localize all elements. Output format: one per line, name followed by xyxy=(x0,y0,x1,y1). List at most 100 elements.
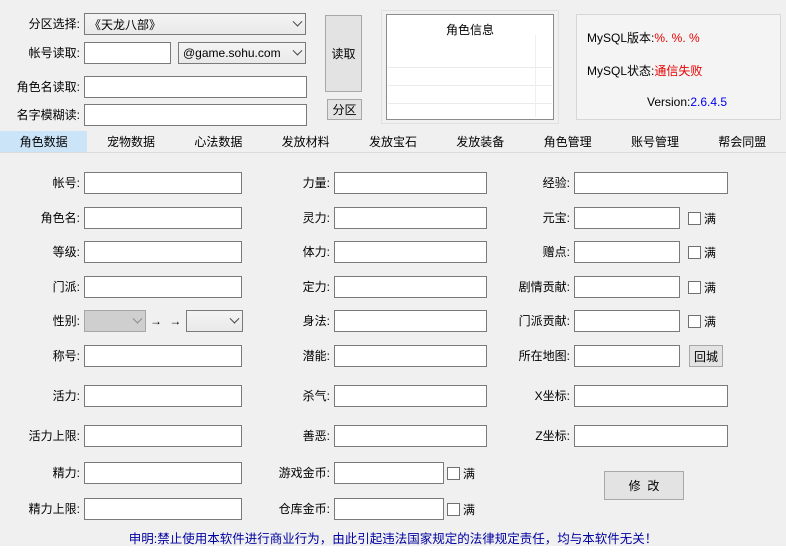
potential-field[interactable] xyxy=(334,345,487,367)
full-label: 满 xyxy=(704,313,716,330)
experience-label: 经验: xyxy=(486,172,570,194)
tab-character-data[interactable]: 角色数据 xyxy=(0,131,87,152)
x-coordinate-field[interactable] xyxy=(574,385,728,407)
account-read-label: 帐号读取: xyxy=(0,42,80,64)
full-label: 满 xyxy=(704,210,716,227)
full-label: 满 xyxy=(704,279,716,296)
mysql-version-line: MySQL版本:%. %. % xyxy=(587,29,700,46)
agility-field[interactable] xyxy=(334,310,487,332)
sect-contribution-full-checkbox[interactable] xyxy=(688,315,701,328)
list-row-divider xyxy=(388,85,552,86)
stamina-label: 体力: xyxy=(250,241,330,263)
gender-label: 性别: xyxy=(0,310,80,332)
x-coordinate-label: X坐标: xyxy=(486,385,570,407)
partition-select[interactable]: 《天龙八部》 xyxy=(84,13,306,35)
story-contribution-full-checkbox[interactable] xyxy=(688,281,701,294)
level-field[interactable] xyxy=(84,241,242,263)
title-field[interactable] xyxy=(84,345,242,367)
tab-bar: 角色数据 宠物数据 心法数据 发放材料 发放宝石 发放装备 角色管理 账号管理 … xyxy=(0,131,786,153)
energy-field[interactable] xyxy=(84,462,242,484)
morality-label: 善恶: xyxy=(250,425,330,447)
game-gold-full-checkbox[interactable] xyxy=(447,467,460,480)
tab-guild-alliance[interactable]: 帮会同盟 xyxy=(699,131,786,152)
current-map-label: 所在地图: xyxy=(486,345,570,367)
account-field[interactable] xyxy=(84,172,242,194)
account-read-input[interactable] xyxy=(84,42,171,64)
stamina-field[interactable] xyxy=(334,241,487,263)
energy-max-label: 精力上限: xyxy=(0,498,80,520)
killing-intent-field[interactable] xyxy=(334,385,487,407)
vitality-label: 活力: xyxy=(0,385,80,407)
story-contribution-field[interactable] xyxy=(574,276,680,298)
focus-label: 定力: xyxy=(250,276,330,298)
character-name-label: 角色名: xyxy=(0,207,80,229)
gender-change-arrows: → → xyxy=(150,310,184,332)
mysql-status-panel: MySQL版本:%. %. % MySQL状态:通信失败 Version:2.6… xyxy=(576,14,781,120)
tab-dispense-materials[interactable]: 发放材料 xyxy=(262,131,349,152)
character-info-header: 角色信息 xyxy=(387,21,553,38)
yuanbao-full-checkbox[interactable] xyxy=(688,212,701,225)
tab-account-management[interactable]: 账号管理 xyxy=(611,131,698,152)
role-read-label: 角色名读取: xyxy=(0,76,80,98)
yuanbao-field[interactable] xyxy=(574,207,680,229)
spirit-label: 灵力: xyxy=(250,207,330,229)
return-city-button[interactable]: 回城 xyxy=(689,345,723,367)
chevron-down-icon xyxy=(293,16,303,26)
app-version-value: 2.6.4.5 xyxy=(690,95,727,109)
sect-contribution-field[interactable] xyxy=(574,310,680,332)
yuanbao-label: 元宝: xyxy=(486,207,570,229)
level-label: 等级: xyxy=(0,241,80,263)
list-column-divider xyxy=(535,35,536,117)
gift-points-field[interactable] xyxy=(574,241,680,263)
strength-field[interactable] xyxy=(334,172,487,194)
account-label: 帐号: xyxy=(0,172,80,194)
sect-contribution-label: 门派贡献: xyxy=(486,310,570,332)
morality-field[interactable] xyxy=(334,425,487,447)
gift-points-full-checkbox[interactable] xyxy=(688,246,701,259)
role-read-input[interactable] xyxy=(84,76,307,98)
warehouse-gold-full-checkbox[interactable] xyxy=(447,503,460,516)
focus-field[interactable] xyxy=(334,276,487,298)
story-contribution-label: 剧情贡献: xyxy=(486,276,570,298)
tab-skill-data[interactable]: 心法数据 xyxy=(175,131,262,152)
gender-from-select xyxy=(84,310,146,332)
partition-select-value: 《天龙八部》 xyxy=(89,16,290,33)
list-row-divider xyxy=(388,103,552,104)
game-gold-label: 游戏金币: xyxy=(250,462,330,484)
z-coordinate-field[interactable] xyxy=(574,425,728,447)
mysql-status-line: MySQL状态:通信失败 xyxy=(587,62,702,79)
spirit-field[interactable] xyxy=(334,207,487,229)
sect-field[interactable] xyxy=(84,276,242,298)
character-info-list[interactable]: 角色信息 xyxy=(386,14,554,120)
vitality-max-label: 活力上限: xyxy=(0,425,80,447)
tab-dispense-equipment[interactable]: 发放装备 xyxy=(437,131,524,152)
warehouse-gold-field[interactable] xyxy=(334,498,444,520)
sect-label: 门派: xyxy=(0,276,80,298)
warehouse-gold-label: 仓库金币: xyxy=(250,498,330,520)
current-map-field[interactable] xyxy=(574,345,680,367)
fuzzy-read-input[interactable] xyxy=(84,104,307,126)
tab-pet-data[interactable]: 宠物数据 xyxy=(87,131,174,152)
account-domain-select[interactable]: @game.sohu.com xyxy=(178,42,306,64)
gift-points-label: 赠点: xyxy=(486,241,570,263)
vitality-max-field[interactable] xyxy=(84,425,242,447)
experience-field[interactable] xyxy=(574,172,728,194)
energy-max-field[interactable] xyxy=(84,498,242,520)
modify-button[interactable]: 修 改 xyxy=(604,471,684,500)
tab-dispense-gems[interactable]: 发放宝石 xyxy=(349,131,436,152)
game-gold-field[interactable] xyxy=(334,462,444,484)
vitality-field[interactable] xyxy=(84,385,242,407)
partition-select-label: 分区选择: xyxy=(0,13,80,35)
energy-label: 精力: xyxy=(0,462,80,484)
strength-label: 力量: xyxy=(250,172,330,194)
character-name-field[interactable] xyxy=(84,207,242,229)
gender-to-select[interactable] xyxy=(186,310,243,332)
full-label: 满 xyxy=(463,501,475,518)
tab-character-management[interactable]: 角色管理 xyxy=(524,131,611,152)
bottom-strip xyxy=(0,546,786,553)
mysql-status-label: MySQL状态: xyxy=(587,64,654,78)
partition-button[interactable]: 分区 xyxy=(327,99,362,120)
full-label: 满 xyxy=(463,465,475,482)
mysql-status-value: 通信失败 xyxy=(654,64,702,78)
read-button[interactable]: 读取 xyxy=(325,15,362,92)
